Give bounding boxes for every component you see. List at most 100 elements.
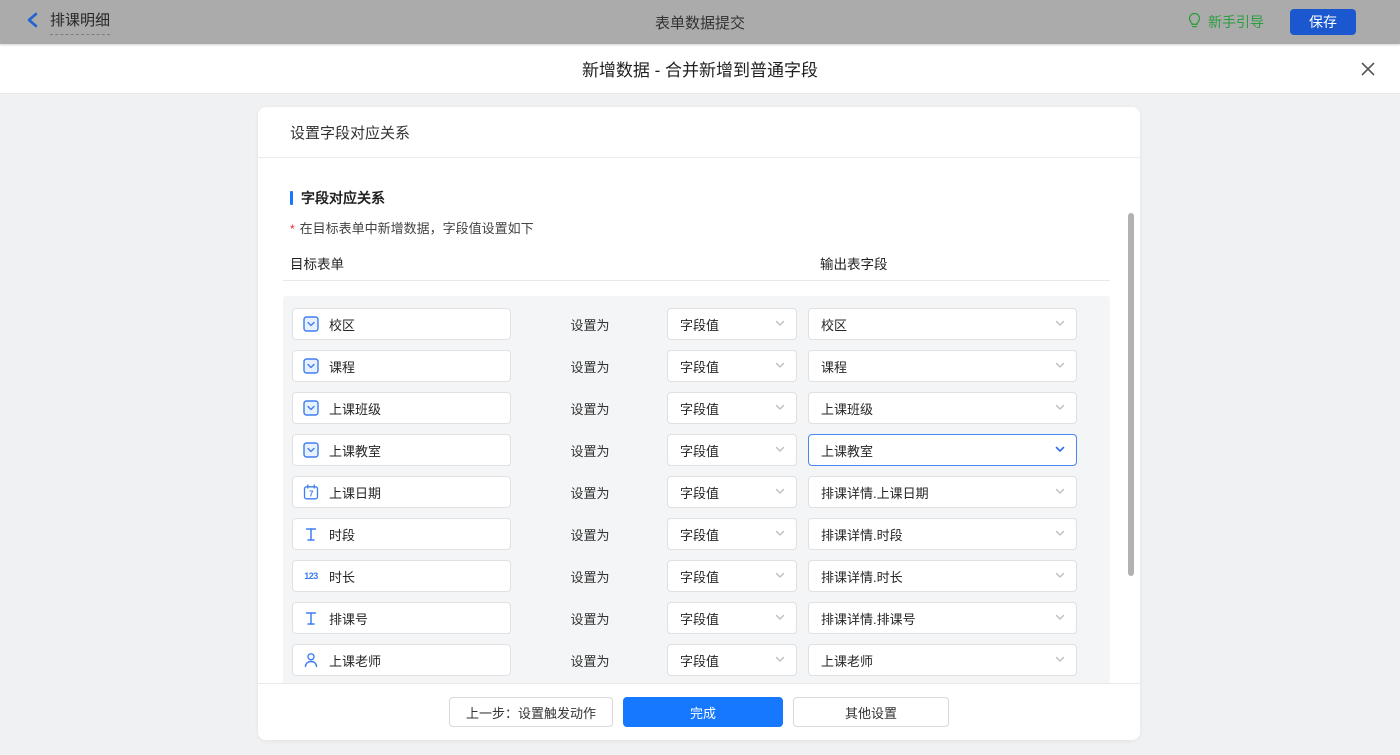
output-field-select[interactable]: 排课详情.时长 xyxy=(808,560,1077,592)
operator-select[interactable]: 字段值 xyxy=(667,602,797,634)
target-field-label: 上课日期 xyxy=(329,483,381,502)
target-field-label: 时段 xyxy=(329,525,355,544)
number-field-icon: 123 xyxy=(303,568,319,584)
operator-select[interactable]: 字段值 xyxy=(667,308,797,340)
top-bar: 排课明细 表单数据提交 新手引导 保存 xyxy=(0,0,1400,44)
mapping-row: 123 时长 设置为 字段值 排课详情.时长 xyxy=(292,560,1110,592)
chevron-down-icon xyxy=(774,485,786,500)
chevron-down-icon xyxy=(1054,317,1066,332)
select-field-icon xyxy=(303,358,319,374)
lightbulb-icon xyxy=(1187,12,1202,32)
target-field-label: 上课老师 xyxy=(329,651,381,670)
date-field-icon: 7 xyxy=(303,484,319,500)
mapping-row: 时段 设置为 字段值 排课详情.时段 xyxy=(292,518,1110,550)
set-as-label: 设置为 xyxy=(564,651,616,670)
save-button[interactable]: 保存 xyxy=(1290,9,1356,35)
other-settings-button[interactable]: 其他设置 xyxy=(793,697,949,727)
output-field-select[interactable]: 排课详情.时段 xyxy=(808,518,1077,550)
set-as-label: 设置为 xyxy=(564,567,616,586)
operator-value: 字段值 xyxy=(680,357,719,376)
column-header-target-form: 目标表单 xyxy=(290,253,344,273)
panel-footer: 上一步：设置触发动作 完成 其他设置 xyxy=(258,683,1140,740)
mapping-row: 上课班级 设置为 字段值 上课班级 xyxy=(292,392,1110,424)
chevron-down-icon xyxy=(1054,359,1066,374)
output-field-value: 课程 xyxy=(821,357,847,376)
target-field-box: 校区 xyxy=(292,308,511,340)
field-mapping-panel: 设置字段对应关系 字段对应关系 *在目标表单中新增数据，字段值设置如下 目标表单… xyxy=(258,107,1140,740)
panel-header: 设置字段对应关系 xyxy=(258,107,1140,158)
modal-title-bar: 新增数据 - 合并新增到普通字段 xyxy=(0,44,1400,94)
chevron-down-icon xyxy=(774,401,786,416)
target-field-label: 课程 xyxy=(329,357,355,376)
chevron-down-icon xyxy=(774,653,786,668)
output-field-value: 排课详情.时长 xyxy=(821,567,903,586)
mapping-note-text: 在目标表单中新增数据，字段值设置如下 xyxy=(300,221,534,236)
target-field-label: 校区 xyxy=(329,315,355,334)
operator-select[interactable]: 字段值 xyxy=(667,392,797,424)
target-field-label: 上课教室 xyxy=(329,441,381,460)
mapping-row: 课程 设置为 字段值 课程 xyxy=(292,350,1110,382)
chevron-down-icon xyxy=(1054,485,1066,500)
target-field-box: 排课号 xyxy=(292,602,511,634)
set-as-label: 设置为 xyxy=(564,399,616,418)
output-field-select[interactable]: 排课详情.上课日期 xyxy=(808,476,1077,508)
operator-select[interactable]: 字段值 xyxy=(667,560,797,592)
mapping-row: 上课老师 设置为 字段值 上课老师 xyxy=(292,644,1110,676)
mapping-row: 校区 设置为 字段值 校区 xyxy=(292,308,1110,340)
set-as-label: 设置为 xyxy=(564,483,616,502)
set-as-label: 设置为 xyxy=(564,609,616,628)
done-button[interactable]: 完成 xyxy=(623,697,783,727)
output-field-select[interactable]: 课程 xyxy=(808,350,1077,382)
chevron-down-icon xyxy=(774,443,786,458)
beginner-guide-button[interactable]: 新手引导 xyxy=(1187,12,1264,32)
output-field-value: 排课详情.排课号 xyxy=(821,609,916,628)
select-field-icon xyxy=(303,316,319,332)
output-field-select[interactable]: 上课班级 xyxy=(808,392,1077,424)
vertical-scrollbar-thumb[interactable] xyxy=(1128,213,1134,576)
output-field-value: 排课详情.时段 xyxy=(821,525,903,544)
modal-body: 设置字段对应关系 字段对应关系 *在目标表单中新增数据，字段值设置如下 目标表单… xyxy=(0,94,1400,755)
section-accent-bar xyxy=(290,191,293,205)
close-icon[interactable] xyxy=(1360,61,1376,77)
chevron-down-icon xyxy=(1054,569,1066,584)
output-field-select[interactable]: 排课详情.排课号 xyxy=(808,602,1077,634)
target-field-box: 上课班级 xyxy=(292,392,511,424)
output-field-value: 校区 xyxy=(821,315,847,334)
operator-select[interactable]: 字段值 xyxy=(667,476,797,508)
target-field-box: 上课教室 xyxy=(292,434,511,466)
operator-select[interactable]: 字段值 xyxy=(667,518,797,550)
mapping-note: * 在目标表单中新增数据，字段值设置如下 xyxy=(290,218,1140,237)
operator-select[interactable]: 字段值 xyxy=(667,434,797,466)
operator-value: 字段值 xyxy=(680,441,719,460)
output-field-select[interactable]: 上课老师 xyxy=(808,644,1077,676)
chevron-down-icon xyxy=(1054,611,1066,626)
target-field-label: 排课号 xyxy=(329,609,368,628)
chevron-down-icon xyxy=(1054,653,1066,668)
target-field-box: 7 上课日期 xyxy=(292,476,511,508)
target-field-box: 上课老师 xyxy=(292,644,511,676)
form-name-label[interactable]: 排课明细 xyxy=(50,9,110,35)
target-field-box: 时段 xyxy=(292,518,511,550)
back-chevron-icon xyxy=(26,12,39,33)
required-asterisk: * xyxy=(290,222,295,236)
select-field-icon xyxy=(303,442,319,458)
previous-step-button[interactable]: 上一步：设置触发动作 xyxy=(449,697,613,727)
output-field-select[interactable]: 上课教室 xyxy=(808,434,1077,466)
operator-value: 字段值 xyxy=(680,483,719,502)
operator-select[interactable]: 字段值 xyxy=(667,350,797,382)
operator-value: 字段值 xyxy=(680,609,719,628)
mapping-rows: 校区 设置为 字段值 校区 课程 设置为 字段值 课程 xyxy=(283,296,1110,683)
back-button[interactable] xyxy=(14,0,50,44)
chevron-down-icon xyxy=(774,317,786,332)
output-field-value: 上课班级 xyxy=(821,399,873,418)
output-field-value: 上课老师 xyxy=(821,651,873,670)
operator-value: 字段值 xyxy=(680,525,719,544)
operator-value: 字段值 xyxy=(680,315,719,334)
output-field-select[interactable]: 校区 xyxy=(808,308,1077,340)
mapping-row: 上课教室 设置为 字段值 上课教室 xyxy=(292,434,1110,466)
text-field-icon xyxy=(303,526,319,542)
chevron-down-icon xyxy=(774,611,786,626)
operator-select[interactable]: 字段值 xyxy=(667,644,797,676)
mapping-row: 7 上课日期 设置为 字段值 排课详情.上课日期 xyxy=(292,476,1110,508)
chevron-down-icon xyxy=(1054,443,1066,458)
